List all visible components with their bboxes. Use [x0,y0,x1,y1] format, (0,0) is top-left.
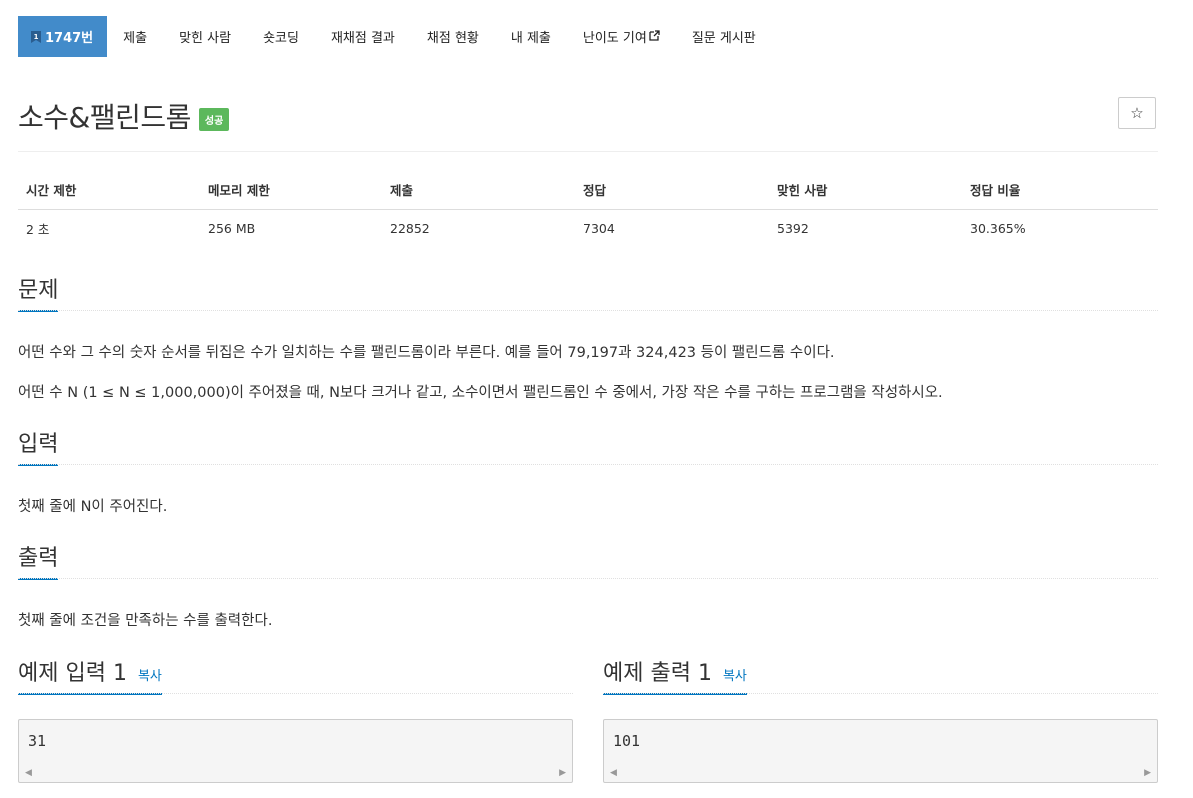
scroll-right-icon[interactable]: ▶ [559,768,566,778]
header-memory-limit: 메모리 제한 [200,170,382,210]
problem-title: 소수&팰린드롬 [18,101,191,134]
problem-description-paragraph: 어떤 수와 그 수의 숫자 순서를 뒤집은 수가 일치하는 수를 팰린드롬이라 … [18,345,835,361]
copy-sample-output-button[interactable]: 복사 [723,669,747,684]
section-input-header: 입력 [18,426,1158,466]
sample-input-content: 31 [28,732,47,750]
divider [18,310,1158,311]
divider [603,693,1158,694]
horizontal-scrollbar[interactable]: ◀ ▶ [604,766,1157,780]
section-heading: 예제 입력 1 복사 [18,655,162,695]
divider [18,578,1158,579]
tab-label: 질문 게시판 [691,31,756,46]
tab-label: 맞힌 사람 [179,31,232,46]
tab-label: 내 제출 [510,31,551,46]
input-description: 첫째 줄에 N이 주어진다. [18,499,168,515]
horizontal-scrollbar[interactable]: ◀ ▶ [19,766,572,780]
tab-label: 난이도 기여 [582,31,647,46]
table-header-row: 시간 제한 메모리 제한 제출 정답 맞힌 사람 정답 비율 [18,170,1158,210]
sample-output-header: 예제 출력 1 복사 [603,655,1158,695]
svg-text:1: 1 [34,33,39,41]
tab-short-coding[interactable]: 숏코딩 [247,16,315,57]
section-heading: 입력 [18,426,59,466]
submissions-value: 22852 [390,221,430,236]
header-accept-ratio: 정답 비율 [962,170,1158,210]
tab-question-board[interactable]: 질문 게시판 [676,16,772,57]
problem-page: 1 1747번 제출 맞힌 사람 숏코딩 재채점 결과 채점 현황 내 제출 난… [0,0,1193,798]
tab-label: 숏코딩 [263,31,299,46]
scroll-left-icon[interactable]: ◀ [25,768,32,778]
tab-my-submissions[interactable]: 내 제출 [495,16,567,57]
header-submissions: 제출 [382,170,575,210]
divider [18,693,573,694]
scroll-left-icon[interactable]: ◀ [610,768,617,778]
time-limit-value: 2 초 [26,222,50,237]
header-solvers: 맞힌 사람 [769,170,962,210]
section-heading: 문제 [18,272,59,312]
section-output-header: 출력 [18,540,1158,580]
sample-output-content: 101 [613,732,641,750]
copy-sample-input-button[interactable]: 복사 [138,669,162,684]
tab-difficulty-contribution[interactable]: 난이도 기여 [567,16,676,57]
tab-problem-number[interactable]: 1 1747번 [18,16,108,57]
accepted-value: 7304 [583,221,615,236]
sample-output-title: 예제 출력 1 [603,661,712,686]
tab-label: 채점 현황 [426,31,479,46]
favorite-button[interactable]: ☆ [1118,97,1156,129]
header-time-limit: 시간 제한 [18,170,200,210]
tab-submit[interactable]: 제출 [107,16,163,57]
section-heading: 예제 출력 1 복사 [603,655,747,695]
tab-solvers[interactable]: 맞힌 사람 [163,16,247,57]
tab-rejudge-result[interactable]: 재채점 결과 [315,16,411,57]
star-icon: ☆ [1130,104,1144,122]
problem-tabs: 1 1747번 제출 맞힌 사람 숏코딩 재채점 결과 채점 현황 내 제출 난… [18,16,772,57]
header-accepted: 정답 [575,170,769,210]
output-description: 첫째 줄에 조건을 만족하는 수를 출력한다. [18,613,273,629]
divider [18,464,1158,465]
tab-label: 재채점 결과 [330,31,395,46]
accept-ratio-value: 30.365% [970,221,1026,236]
tab-judge-status[interactable]: 채점 현황 [411,16,495,57]
table-row: 2 초 256 MB 22852 7304 5392 30.365% [18,210,1158,248]
external-link-icon [649,29,660,44]
tab-label: 제출 [123,31,148,46]
problem-info-table: 시간 제한 메모리 제한 제출 정답 맞힌 사람 정답 비율 2 초 256 M… [18,170,1158,247]
section-heading: 출력 [18,540,59,580]
sample-input-box[interactable]: 31 ◀ ▶ [18,719,573,783]
sample-input-title: 예제 입력 1 [18,661,127,686]
solvers-value: 5392 [777,221,809,236]
sample-output-box[interactable]: 101 ◀ ▶ [603,719,1158,783]
status-badge: 성공 [198,107,230,131]
sample-input-header: 예제 입력 1 복사 [18,655,573,695]
divider [18,151,1158,152]
problem-description-paragraph: 어떤 수 N (1 ≤ N ≤ 1,000,000)이 주어졌을 때, N보다 … [18,385,943,401]
tab-label: 1747번 [45,31,94,46]
memory-limit-value: 256 MB [208,221,256,236]
problem-title-row: 소수&팰린드롬 성공 [18,96,230,136]
bookmark-badge-icon: 1 [30,30,42,44]
scroll-right-icon[interactable]: ▶ [1144,768,1151,778]
section-problem-header: 문제 [18,272,1158,312]
